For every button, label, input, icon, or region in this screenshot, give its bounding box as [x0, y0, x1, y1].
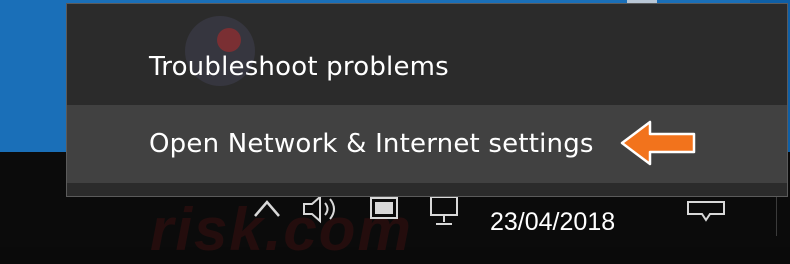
chevron-up-icon[interactable] — [252, 196, 282, 224]
action-center-icon[interactable] — [686, 200, 726, 222]
volume-icon[interactable] — [300, 194, 344, 228]
menu-item-troubleshoot-problems[interactable]: Troubleshoot problems — [67, 28, 787, 106]
orange-arrow-icon — [620, 120, 696, 166]
network-icon[interactable] — [428, 194, 462, 232]
battery-icon[interactable] — [368, 194, 402, 228]
taskbar-date[interactable]: 23/04/2018 — [490, 208, 615, 237]
tray-separator — [776, 196, 777, 236]
menu-item-label: Open Network & Internet settings — [149, 129, 594, 159]
menu-item-label: Troubleshoot problems — [149, 52, 449, 82]
